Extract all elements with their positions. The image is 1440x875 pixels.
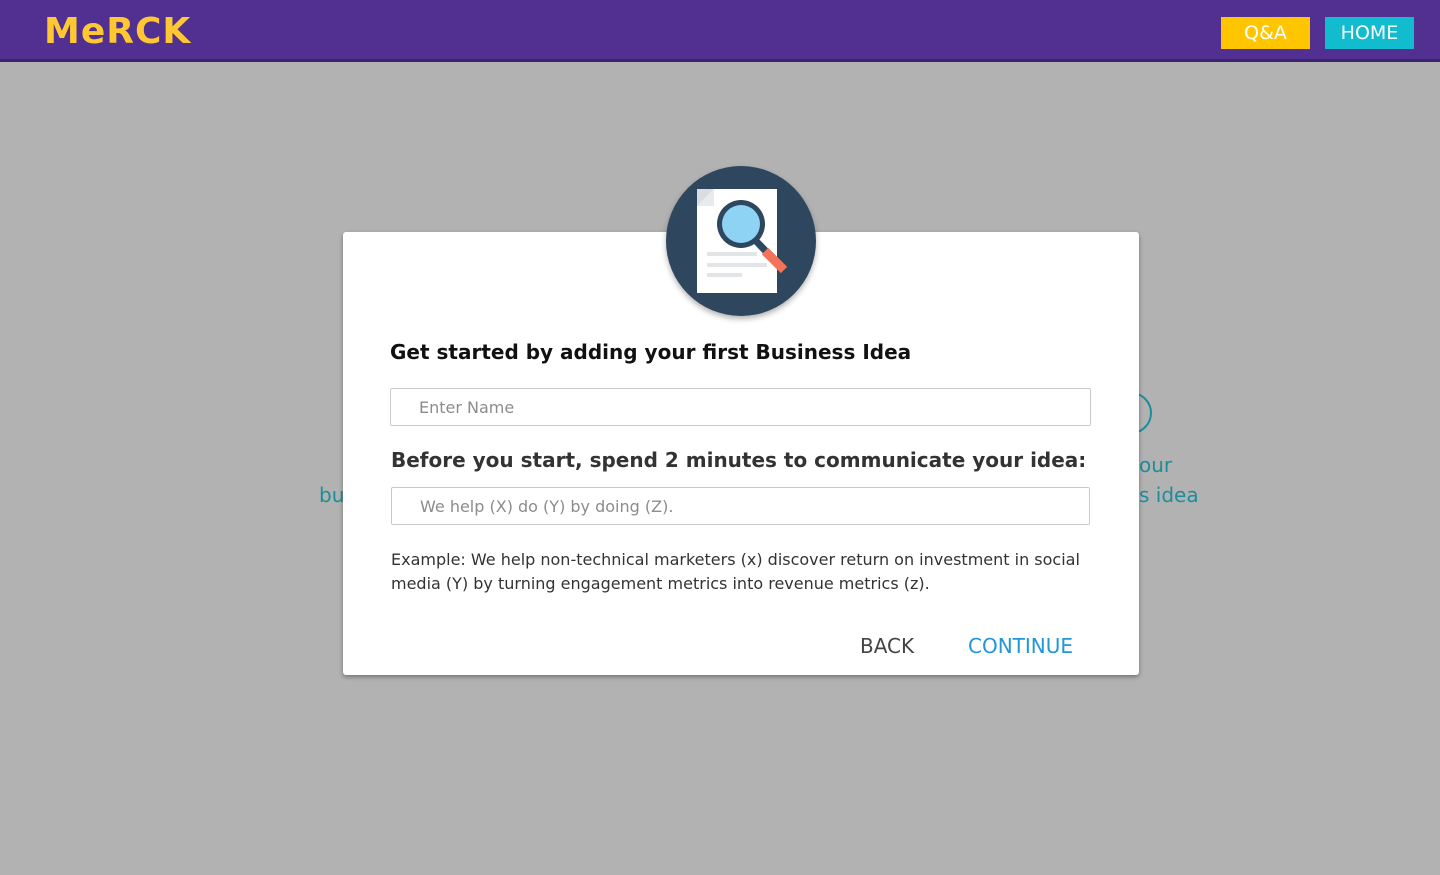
- qa-button[interactable]: Q&A: [1221, 17, 1310, 49]
- background-text-right-bottom: s idea: [1139, 483, 1199, 507]
- merck-logo[interactable]: MeRCK: [44, 14, 191, 50]
- background-text-right-top: our: [1139, 453, 1173, 477]
- business-idea-name-input[interactable]: [390, 388, 1091, 426]
- example-text: Example: We help non-technical marketers…: [391, 550, 1080, 593]
- background-text-left: bu: [319, 483, 345, 507]
- continue-button[interactable]: CONTINUE: [968, 632, 1073, 660]
- dialog-subtitle: Before you start, spend 2 minutes to com…: [391, 448, 1087, 472]
- back-button[interactable]: BACK: [860, 632, 914, 660]
- home-button[interactable]: HOME: [1325, 17, 1414, 49]
- document-search-icon: [666, 166, 816, 316]
- top-bar: MeRCK Q&A HOME: [0, 0, 1440, 62]
- idea-statement-input[interactable]: [391, 487, 1090, 525]
- dialog-title: Get started by adding your first Busines…: [390, 340, 912, 364]
